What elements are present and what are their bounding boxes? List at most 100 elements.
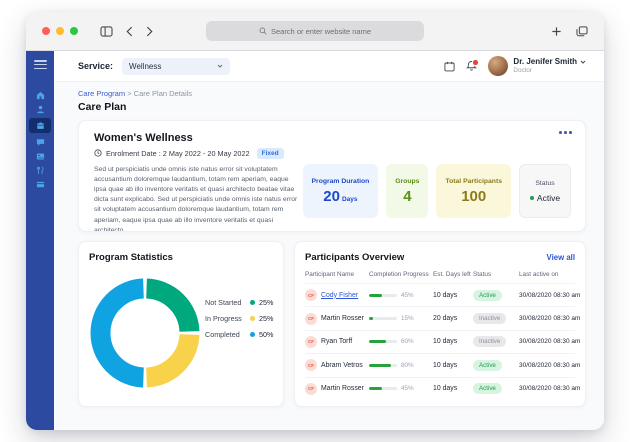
breadcrumb-care-program[interactable]: Care Program: [78, 89, 125, 98]
clock-icon: [94, 149, 102, 157]
participant-name: Martin Rosser: [321, 385, 364, 392]
user-avatar: [488, 56, 508, 76]
sidebar-item-gallery[interactable]: [29, 151, 51, 162]
user-icon: [36, 105, 45, 114]
participant-name[interactable]: Cody Fisher: [321, 292, 358, 299]
address-bar[interactable]: Search or enter website name: [206, 21, 424, 41]
last-active: 30/08/2020 08:30 am: [519, 385, 580, 392]
legend-item: Not Started 25%: [205, 298, 273, 307]
view-all-link[interactable]: View all: [547, 253, 575, 262]
legend-label: Completed: [205, 330, 248, 339]
participants-overview-title: Participants Overview: [305, 252, 404, 263]
table-row[interactable]: CF Cody Fisher 45% 10 days Active 30/08/…: [305, 283, 575, 306]
legend-dot: [250, 332, 255, 337]
forward-button[interactable]: [146, 26, 153, 37]
user-role: Doctor: [513, 67, 586, 75]
service-dropdown-value: Wellness: [129, 62, 161, 71]
col-last-active-on: Last active on: [519, 271, 575, 278]
stat-label: Groups: [395, 178, 419, 185]
stat-tile-groups: Groups 4: [386, 164, 428, 218]
menu-hamburger-icon[interactable]: [34, 60, 47, 69]
last-active: 30/08/2020 08:30 am: [519, 315, 580, 322]
maximize-window-button[interactable]: [70, 27, 78, 35]
address-bar-placeholder: Search or enter website name: [271, 27, 371, 36]
more-options-icon[interactable]: [559, 131, 572, 134]
progress-bar: [369, 364, 397, 367]
program-statistics-title: Program Statistics: [89, 252, 275, 263]
participant-name: Ryan Torff: [321, 338, 352, 345]
program-statistics-donut-chart: [89, 277, 201, 389]
progress-bar: [369, 317, 397, 320]
app-topbar: Service: Wellness: [54, 51, 604, 82]
table-row[interactable]: CF Ryan Torff 60% 10 days Inactive 30/08…: [305, 330, 575, 353]
notifications-bell-icon[interactable]: [466, 60, 477, 72]
status-badge: Active: [473, 290, 502, 301]
progress-percent: 80%: [401, 362, 414, 369]
legend-item: Completed 50%: [205, 330, 273, 339]
gallery-icon: [36, 152, 45, 161]
legend-value: 50%: [259, 330, 273, 339]
user-menu[interactable]: Dr. Jenifer Smith Doctor: [488, 56, 586, 76]
stat-value: 4: [403, 188, 411, 205]
minimize-window-button[interactable]: [56, 27, 64, 35]
col-participant-name: Participant Name: [305, 271, 369, 278]
tab-overview-icon[interactable]: [576, 26, 588, 37]
days-left: 10 days: [433, 362, 473, 369]
sidebar-item-restaurant[interactable]: [29, 165, 51, 176]
table-row[interactable]: CF Martin Rosser 45% 10 days Active 30/0…: [305, 377, 575, 400]
donut-legend: Not Started 25% In Progress 25% Complete…: [205, 298, 273, 339]
service-dropdown[interactable]: Wellness: [122, 58, 230, 75]
sidebar-item-credit-card[interactable]: [29, 179, 51, 190]
table-row[interactable]: CF Abram Vetros 80% 10 days Active 30/08…: [305, 353, 575, 376]
breadcrumb: Care Program > Care Plan Details: [78, 89, 586, 98]
participant-avatar: CF: [305, 383, 317, 395]
last-active: 30/08/2020 08:30 am: [519, 362, 580, 369]
program-card: Women's Wellness Enrolment Date : 2 May …: [78, 120, 586, 232]
service-label: Service:: [78, 61, 113, 71]
new-tab-button[interactable]: [551, 26, 562, 37]
notification-dot: [472, 59, 479, 66]
breadcrumb-separator: >: [127, 89, 131, 98]
browser-sidebar-toggle-icon[interactable]: [100, 26, 113, 37]
status-badge: Inactive: [473, 313, 506, 324]
legend-label: Not Started: [205, 298, 248, 307]
home-icon: [36, 91, 45, 100]
enrolment-date: Enrolment Date : 2 May 2022 - 20 May 202…: [106, 149, 250, 158]
stat-value: Active: [530, 193, 560, 203]
legend-dot: [250, 316, 255, 321]
sidebar-item-home[interactable]: [29, 90, 51, 101]
program-title: Women's Wellness: [94, 132, 303, 144]
legend-dot: [250, 300, 255, 305]
stat-tile-status: Status Active: [519, 164, 571, 218]
close-window-button[interactable]: [42, 27, 50, 35]
stat-tile-program-duration: Program Duration 20Days: [303, 164, 379, 218]
active-status-dot: [530, 196, 534, 200]
back-button[interactable]: [126, 26, 133, 37]
sidebar-item-briefcase[interactable]: [29, 118, 51, 133]
days-left: 10 days: [433, 292, 473, 299]
participant-avatar: CF: [305, 336, 317, 348]
sidebar-item-chat[interactable]: [29, 137, 51, 148]
sidebar-item-user[interactable]: [29, 104, 51, 115]
participant-name: Abram Vetros: [321, 362, 363, 369]
chevron-down-icon: [217, 64, 223, 68]
stat-label: Total Participants: [445, 178, 502, 185]
legend-value: 25%: [259, 314, 273, 323]
days-left: 20 days: [433, 315, 473, 322]
table-body: CF Cody Fisher 45% 10 days Active 30/08/…: [305, 283, 575, 400]
briefcase-icon: [36, 121, 45, 130]
page-title: Care Plan: [78, 101, 586, 113]
calendar-icon[interactable]: [444, 61, 455, 72]
progress-percent: 45%: [401, 385, 414, 392]
chevron-down-icon: [580, 60, 586, 64]
sidebar-nav: [29, 90, 51, 193]
stat-label: Status: [535, 180, 554, 187]
app-shell: Service: Wellness: [26, 51, 604, 430]
program-stat-tiles: Program Duration 20Days Groups 4 Total P…: [303, 132, 571, 221]
table-row[interactable]: CF Martin Rosser 15% 20 days Inactive 30…: [305, 306, 575, 329]
participant-avatar: CF: [305, 359, 317, 371]
status-badge: Inactive: [473, 336, 506, 347]
status-badge: Active: [473, 383, 502, 394]
chat-icon: [36, 138, 45, 147]
progress-bar: [369, 387, 397, 390]
